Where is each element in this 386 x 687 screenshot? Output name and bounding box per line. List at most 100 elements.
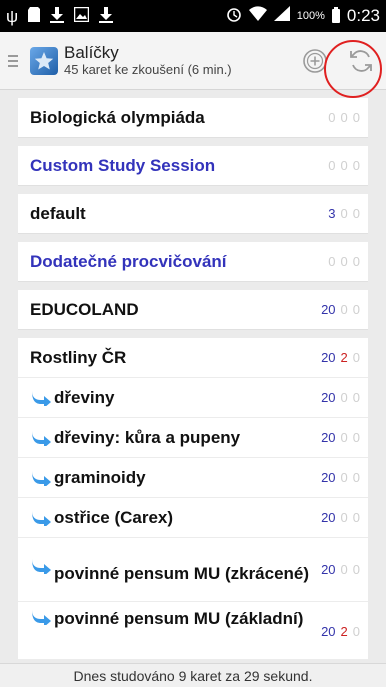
add-icon bbox=[303, 48, 327, 73]
battery-percent: 100% bbox=[296, 10, 325, 22]
new-count: 20 bbox=[321, 510, 336, 525]
study-summary: Dnes studováno 9 karet za 29 sekund. bbox=[0, 663, 386, 687]
deck-row[interactable]: default 3 0 0 bbox=[18, 194, 368, 234]
review-count: 0 bbox=[352, 510, 360, 525]
subdeck-row[interactable]: povinné pensum MU (zkrácené) 20 0 0 bbox=[18, 538, 368, 602]
download-icon bbox=[50, 6, 65, 26]
deck-name: default bbox=[30, 204, 86, 223]
deck-counts: 3 0 0 bbox=[328, 206, 360, 221]
menu-icon[interactable] bbox=[4, 32, 22, 90]
signal-icon bbox=[273, 6, 290, 26]
subdeck-arrow-icon bbox=[32, 390, 51, 406]
learn-count: 0 bbox=[340, 390, 348, 405]
notification-icons: ψ bbox=[6, 6, 114, 26]
status-bar: ψ 100% 0:23 bbox=[0, 0, 386, 32]
system-icons: 100% 0:23 bbox=[226, 6, 380, 27]
deck-row[interactable]: Dodatečné procvičování 0 0 0 bbox=[18, 242, 368, 282]
learn-count: 0 bbox=[340, 430, 348, 445]
usb-icon: ψ bbox=[6, 6, 19, 26]
review-count: 0 bbox=[352, 158, 360, 173]
sd-card-icon bbox=[28, 7, 41, 25]
review-count: 0 bbox=[352, 430, 360, 445]
sync-icon bbox=[350, 49, 372, 72]
wifi-icon bbox=[248, 6, 267, 26]
learn-count: 0 bbox=[340, 206, 348, 221]
deck-counts: 20 0 0 bbox=[321, 510, 360, 525]
deck-row[interactable]: Custom Study Session 0 0 0 bbox=[18, 146, 368, 186]
new-count: 0 bbox=[328, 110, 336, 125]
learn-count: 0 bbox=[340, 510, 348, 525]
alarm-icon bbox=[226, 6, 242, 27]
deck-counts: 20 2 0 bbox=[321, 350, 360, 365]
deck-counts: 20 2 0 bbox=[321, 624, 360, 639]
learn-count: 0 bbox=[340, 254, 348, 269]
learn-count: 2 bbox=[340, 350, 348, 365]
new-count: 20 bbox=[321, 390, 336, 405]
deck-name: Dodatečné procvičování bbox=[30, 252, 227, 271]
subdeck-row[interactable]: graminoidy 20 0 0 bbox=[18, 458, 368, 498]
review-count: 0 bbox=[352, 206, 360, 221]
deck-counts: 20 0 0 bbox=[321, 470, 360, 485]
deck-row[interactable]: EDUCOLAND 20 0 0 bbox=[18, 290, 368, 330]
deck-name: dřeviny bbox=[30, 387, 315, 408]
new-count: 20 bbox=[321, 302, 336, 317]
deck-counts: 20 0 0 bbox=[321, 390, 360, 405]
subdeck-row[interactable]: dřeviny: kůra a pupeny 20 0 0 bbox=[18, 418, 368, 458]
learn-count: 0 bbox=[340, 110, 348, 125]
study-summary-text: Dnes studováno 9 karet za 29 sekund. bbox=[73, 667, 313, 684]
new-count: 0 bbox=[328, 254, 336, 269]
new-count: 20 bbox=[321, 562, 336, 577]
deck-counts: 0 0 0 bbox=[328, 158, 360, 173]
review-count: 0 bbox=[352, 110, 360, 125]
deck-row[interactable]: Rostliny ČR 20 2 0 bbox=[18, 338, 368, 378]
learn-count: 0 bbox=[340, 158, 348, 173]
deck-name: povinné pensum MU (zkrácené) bbox=[30, 555, 315, 584]
subdeck-arrow-icon bbox=[32, 430, 51, 446]
review-count: 0 bbox=[352, 470, 360, 485]
clock: 0:23 bbox=[346, 6, 380, 25]
action-bar: Balíčky 45 karet ke zkoušení (6 min.) bbox=[0, 32, 386, 98]
new-count: 20 bbox=[321, 350, 336, 365]
sync-button[interactable] bbox=[340, 40, 382, 82]
battery-icon bbox=[331, 7, 340, 23]
image-icon bbox=[73, 6, 90, 25]
review-count: 0 bbox=[352, 562, 360, 577]
review-count: 0 bbox=[352, 624, 360, 639]
learn-count: 2 bbox=[340, 624, 348, 639]
learn-count: 0 bbox=[340, 562, 348, 577]
review-count: 0 bbox=[352, 390, 360, 405]
page-title: Balíčky bbox=[64, 42, 119, 62]
review-count: 0 bbox=[352, 302, 360, 317]
download-icon bbox=[99, 6, 114, 26]
new-count: 0 bbox=[328, 158, 336, 173]
review-count: 0 bbox=[352, 350, 360, 365]
subdeck-row[interactable]: ostřice (Carex) 20 0 0 bbox=[18, 498, 368, 538]
subdeck-row[interactable]: povinné pensum MU (základní) 20 2 0 bbox=[18, 602, 368, 660]
action-bar-titles: Balíčky 45 karet ke zkoušení (6 min.) bbox=[64, 42, 294, 78]
new-count: 20 bbox=[321, 430, 336, 445]
deck-counts: 0 0 0 bbox=[328, 254, 360, 269]
deck-name: Custom Study Session bbox=[30, 156, 216, 175]
new-count: 20 bbox=[321, 470, 336, 485]
deck-name: povinné pensum MU (základní) bbox=[30, 606, 315, 629]
learn-count: 0 bbox=[340, 470, 348, 485]
new-count: 3 bbox=[328, 206, 336, 221]
deck-counts: 20 0 0 bbox=[321, 302, 360, 317]
deck-name: EDUCOLAND bbox=[30, 300, 139, 319]
deck-row[interactable]: Biologická olympiáda 0 0 0 bbox=[18, 98, 368, 138]
deck-name: dřeviny: kůra a pupeny bbox=[30, 427, 315, 448]
deck-name: ostřice (Carex) bbox=[30, 507, 315, 528]
review-count: 0 bbox=[352, 254, 360, 269]
subdeck-arrow-icon bbox=[32, 470, 51, 486]
subdeck-arrow-icon bbox=[32, 510, 51, 526]
add-button[interactable] bbox=[294, 40, 336, 82]
deck-name: graminoidy bbox=[30, 467, 315, 488]
learn-count: 0 bbox=[340, 302, 348, 317]
app-logo[interactable] bbox=[30, 46, 58, 75]
deck-counts: 0 0 0 bbox=[328, 110, 360, 125]
deck-name: Biologická olympiáda bbox=[30, 108, 205, 127]
deck-name: Rostliny ČR bbox=[30, 348, 127, 367]
deck-counts: 20 0 0 bbox=[321, 562, 360, 577]
page-subtitle: 45 karet ke zkoušení (6 min.) bbox=[64, 61, 232, 77]
subdeck-row[interactable]: dřeviny 20 0 0 bbox=[18, 378, 368, 418]
